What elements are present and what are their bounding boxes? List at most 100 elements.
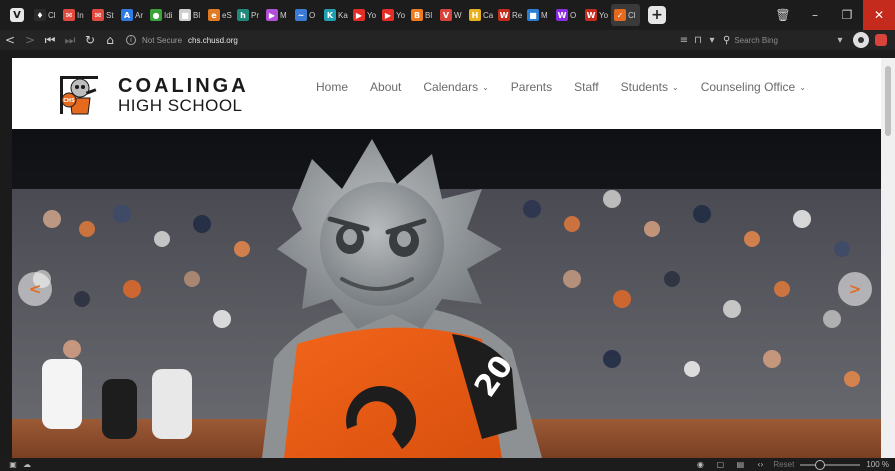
image-icon[interactable]: ▤ bbox=[733, 458, 747, 471]
tab-favicon-icon: ♦ bbox=[34, 9, 46, 21]
tiling-icon[interactable]: ▢ bbox=[713, 458, 727, 471]
minimize-button[interactable]: – bbox=[799, 0, 831, 30]
browser-tab[interactable]: ▶ Yo bbox=[350, 4, 379, 26]
profile-avatar[interactable] bbox=[853, 32, 869, 48]
nav-link-staff[interactable]: Staff bbox=[574, 80, 598, 94]
nav-link-home[interactable]: Home bbox=[316, 80, 348, 94]
tab-favicon-icon: ■ bbox=[527, 9, 539, 21]
home-button[interactable]: ⌂ bbox=[100, 30, 120, 50]
browser-tab[interactable]: K Ka bbox=[321, 4, 350, 26]
browser-tab[interactable]: ✉ In bbox=[60, 4, 89, 26]
tab-title: M bbox=[541, 10, 548, 20]
nav-link-label: Students bbox=[620, 80, 668, 94]
chevron-down-icon: ⌄ bbox=[482, 82, 489, 92]
tab-favicon-icon: V bbox=[440, 9, 452, 21]
search-field[interactable]: ⚲ bbox=[723, 32, 829, 48]
tab-title: Yo bbox=[396, 10, 406, 20]
browser-tab[interactable]: ✉ St bbox=[89, 4, 118, 26]
close-window-button[interactable]: ✕ bbox=[863, 0, 895, 30]
nav-link-students[interactable]: Students ⌄ bbox=[621, 80, 679, 94]
browser-tab[interactable]: A Ar bbox=[118, 4, 147, 26]
reader-view-icon[interactable]: ≡ bbox=[677, 30, 691, 50]
tab-favicon-icon: ✉ bbox=[92, 9, 104, 21]
maximize-button[interactable]: ❐ bbox=[831, 0, 863, 30]
tab-favicon-icon: W bbox=[556, 9, 568, 21]
tab-title: O bbox=[309, 10, 316, 20]
browser-tab[interactable]: H Ca bbox=[466, 4, 495, 26]
zoom-level: 100 % bbox=[866, 460, 889, 469]
nav-link-parents[interactable]: Parents bbox=[511, 80, 552, 94]
chevron-right-icon: > bbox=[848, 280, 862, 298]
browser-menu-button[interactable]: V bbox=[6, 4, 28, 26]
bookmark-icon[interactable]: ⊓ bbox=[691, 30, 705, 50]
tab-favicon-icon: H bbox=[469, 9, 481, 21]
nav-link-label: Parents bbox=[510, 80, 553, 94]
brand-wordmark[interactable]: COALINGA HIGH SCHOOL bbox=[118, 76, 249, 115]
tab-title: M bbox=[280, 10, 287, 20]
nav-link-label: Counseling Office bbox=[700, 80, 796, 94]
browser-tab[interactable]: ■ M bbox=[524, 4, 553, 26]
browser-tab[interactable]: h Pr bbox=[234, 4, 263, 26]
security-status: Not Secure bbox=[142, 35, 183, 45]
tab-title: Pr bbox=[251, 10, 259, 20]
chevron-down-icon[interactable]: ▾ bbox=[705, 30, 719, 50]
cloud-icon[interactable]: ☁ bbox=[20, 458, 34, 471]
nav-link-about[interactable]: About bbox=[370, 80, 401, 94]
tab-title: Idi bbox=[164, 10, 173, 20]
nav-link-counseling-office[interactable]: Counseling Office ⌄ bbox=[701, 80, 806, 94]
search-input[interactable] bbox=[734, 35, 815, 45]
browser-tab[interactable]: W Re bbox=[495, 4, 524, 26]
slider-prev-button[interactable]: < bbox=[18, 272, 52, 306]
status-tools: ◉ ▢ ▤ ‹› Reset 100 % bbox=[693, 458, 889, 471]
tab-title: Bl bbox=[193, 10, 201, 20]
forward-button[interactable]: > bbox=[20, 30, 40, 50]
browser-tab[interactable]: e eS bbox=[205, 4, 234, 26]
trash-icon[interactable]: 🗑 bbox=[767, 0, 799, 30]
page-scrollbar[interactable] bbox=[881, 58, 895, 458]
tab-title: Cl bbox=[628, 10, 636, 20]
back-button[interactable]: < bbox=[0, 30, 20, 50]
browser-tab[interactable]: VW bbox=[437, 4, 466, 26]
tab-favicon-icon: h bbox=[237, 9, 249, 21]
profile-icon bbox=[858, 37, 864, 43]
browser-tab[interactable]: ● Idi bbox=[147, 4, 176, 26]
search-engine-dropdown-icon[interactable]: ▾ bbox=[833, 30, 847, 50]
browser-tab[interactable]: ■ Bl bbox=[176, 4, 205, 26]
nav-link-calendars[interactable]: Calendars ⌄ bbox=[423, 80, 488, 94]
zoom-reset-button[interactable]: Reset bbox=[773, 460, 794, 469]
scrollbar-thumb[interactable] bbox=[885, 66, 891, 136]
tab-title: Re bbox=[512, 10, 523, 20]
reload-button[interactable]: ↻ bbox=[80, 30, 100, 50]
camera-icon[interactable]: ◉ bbox=[693, 458, 707, 471]
browser-tab[interactable]: W Yo bbox=[582, 4, 611, 26]
url-field[interactable]: i Not Secure chs.chusd.org bbox=[126, 30, 238, 50]
tab-title: W bbox=[454, 10, 462, 20]
browser-tab[interactable]: ♦ Cl bbox=[31, 4, 60, 26]
window-controls: 🗑 – ❐ ✕ bbox=[767, 0, 895, 30]
tab-favicon-icon: ■ bbox=[179, 9, 191, 21]
browser-tab[interactable]: WO bbox=[553, 4, 582, 26]
nav-link-label: About bbox=[370, 80, 402, 94]
extension-icon[interactable] bbox=[875, 34, 887, 46]
zoom-slider-knob[interactable] bbox=[815, 459, 826, 470]
tab-title: eS bbox=[222, 10, 232, 20]
code-icon[interactable]: ‹› bbox=[753, 458, 767, 471]
browser-tab[interactable]: ✓ Cl bbox=[611, 4, 640, 26]
address-bar-tools: ≡ ⊓ ▾ ⚲ ▾ bbox=[677, 30, 895, 50]
browser-tab[interactable]: ▶ M bbox=[263, 4, 292, 26]
fast-forward-button[interactable]: ⏭ bbox=[60, 30, 80, 50]
zoom-slider[interactable] bbox=[800, 459, 861, 470]
panel-toggle-icon[interactable]: ▣ bbox=[6, 458, 20, 471]
mascot-logo-icon[interactable]: CHS bbox=[56, 70, 102, 118]
browser-tab[interactable]: ▶ Yo bbox=[379, 4, 408, 26]
main-nav: Home About Calendars ⌄ Parents Staff Students ⌄… bbox=[316, 80, 806, 94]
tab-favicon-icon: W bbox=[585, 9, 597, 21]
slider-next-button[interactable]: > bbox=[838, 272, 872, 306]
brand-name: COALINGA bbox=[118, 75, 249, 97]
url-host: chs.chusd.org bbox=[188, 35, 238, 45]
browser-tab[interactable]: ~ O bbox=[292, 4, 321, 26]
rewind-button[interactable]: ⏮ bbox=[40, 30, 60, 50]
browser-tab[interactable]: B Bl bbox=[408, 4, 437, 26]
new-tab-button[interactable]: + bbox=[648, 6, 666, 24]
info-icon[interactable]: i bbox=[126, 35, 136, 45]
